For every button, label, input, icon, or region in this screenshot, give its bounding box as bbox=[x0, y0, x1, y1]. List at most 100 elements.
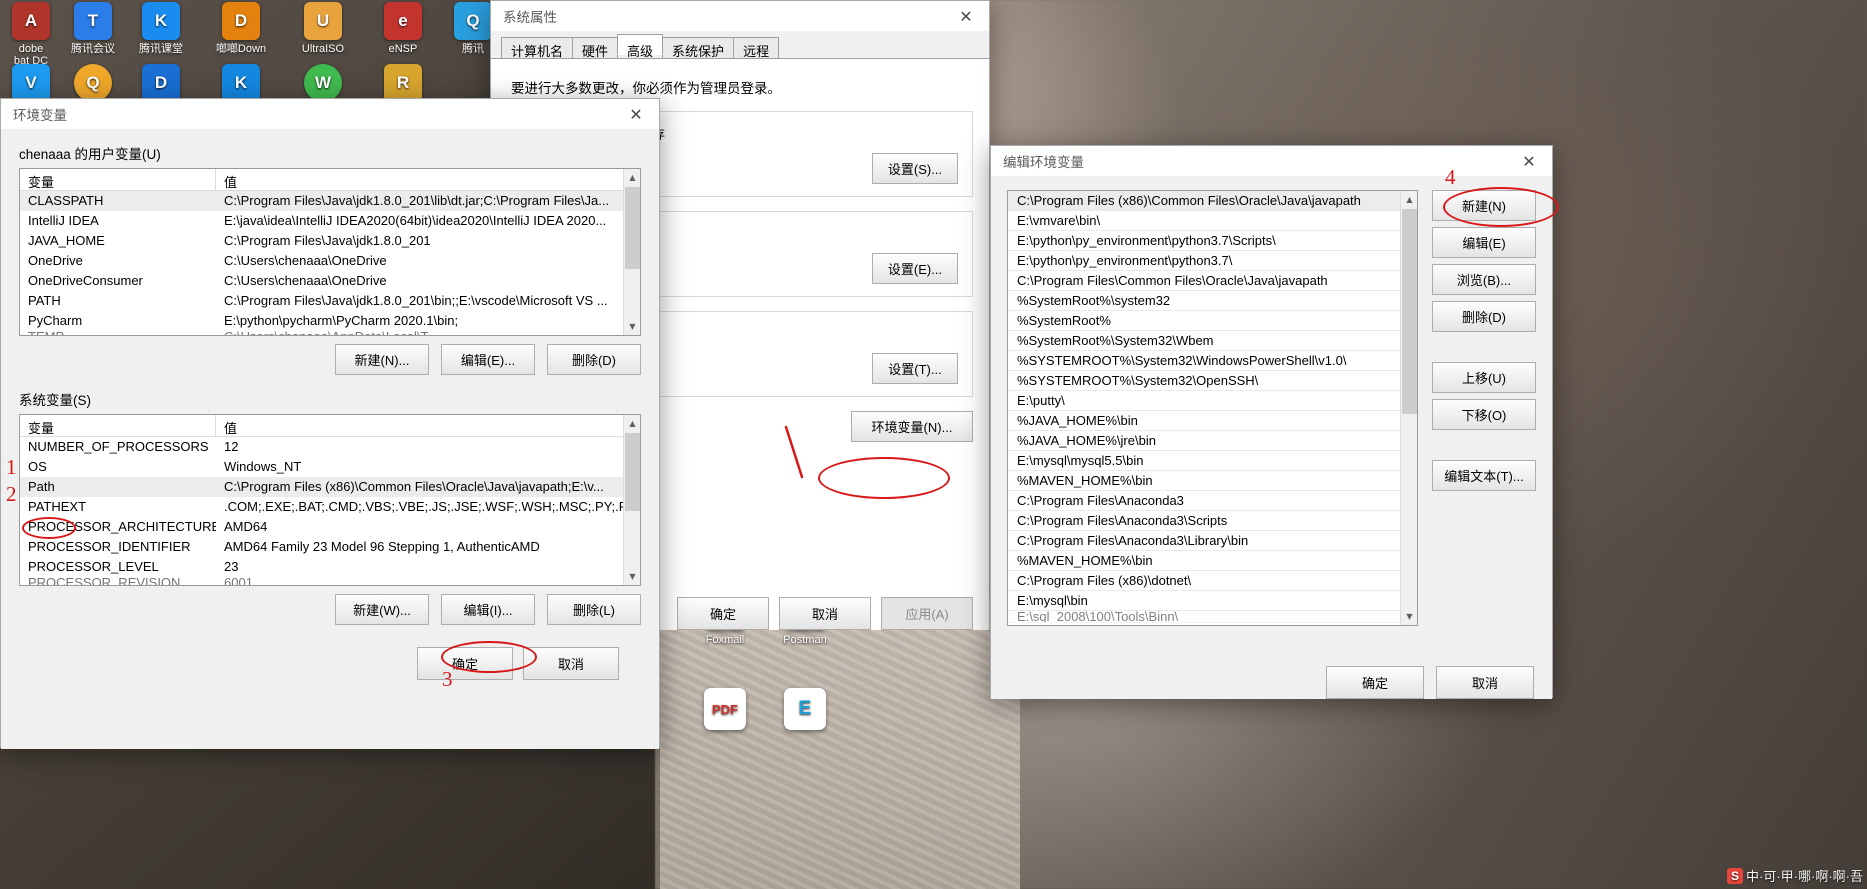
table-row[interactable]: CLASSPATH C:\Program Files\Java\jdk1.8.0… bbox=[20, 191, 628, 211]
edit-env-cancel-button[interactable]: 取消 bbox=[1436, 666, 1534, 699]
list-item[interactable]: %JAVA_HOME%\bin bbox=[1008, 411, 1417, 431]
list-item[interactable]: E:\sql_2008\100\Tools\Binn\ bbox=[1008, 611, 1417, 623]
scrollbar-thumb[interactable] bbox=[625, 187, 640, 269]
table-row[interactable]: PATH C:\Program Files\Java\jdk1.8.0_201\… bbox=[20, 291, 628, 311]
table-row[interactable]: PROCESSOR_IDENTIFIER AMD64 Family 23 Mod… bbox=[20, 537, 628, 557]
desktop-icon-editor[interactable]: E bbox=[770, 688, 840, 734]
list-item[interactable]: E:\vmvare\bin\ bbox=[1008, 211, 1417, 231]
startup-recovery-settings-button[interactable]: 设置(T)... bbox=[872, 353, 958, 384]
list-item[interactable]: E:\putty\ bbox=[1008, 391, 1417, 411]
scroll-down-icon[interactable]: ▼ bbox=[624, 568, 640, 585]
env-cancel-button[interactable]: 取消 bbox=[523, 647, 619, 680]
desktop-icon-ensp[interactable]: e eNSP bbox=[372, 2, 434, 55]
system-variables-scrollbar[interactable]: ▲ ▼ bbox=[623, 415, 640, 585]
list-item[interactable]: C:\Program Files (x86)\Common Files\Orac… bbox=[1008, 191, 1417, 211]
table-row[interactable]: TEMP C:\Users\chenaaa\AppData\Local\T... bbox=[20, 331, 628, 335]
tab-hardware[interactable]: 硬件 bbox=[572, 37, 619, 59]
path-edit-text-button[interactable]: 编辑文本(T)... bbox=[1432, 460, 1536, 491]
list-item[interactable]: C:\Program Files\Anaconda3 bbox=[1008, 491, 1417, 511]
path-move-up-button[interactable]: 上移(U) bbox=[1432, 362, 1536, 393]
table-row[interactable]: PyCharm E:\python\pycharm\PyCharm 2020.1… bbox=[20, 311, 628, 331]
user-edit-button[interactable]: 编辑(E)... bbox=[441, 344, 535, 375]
path-new-button[interactable]: 新建(N) bbox=[1432, 190, 1536, 221]
table-row[interactable]: OneDriveConsumer C:\Users\chenaaa\OneDri… bbox=[20, 271, 628, 291]
list-item[interactable]: %SYSTEMROOT%\System32\WindowsPowerShell\… bbox=[1008, 351, 1417, 371]
tab-advanced[interactable]: 高级 bbox=[617, 34, 664, 59]
list-item[interactable]: E:\mysql\mysql5.5\bin bbox=[1008, 451, 1417, 471]
table-row[interactable]: PROCESSOR_ARCHITECTURE AMD64 bbox=[20, 517, 628, 537]
user-delete-button[interactable]: 删除(D) bbox=[547, 344, 641, 375]
environment-variables-button[interactable]: 环境变量(N)... bbox=[851, 411, 973, 442]
user-new-button[interactable]: 新建(N)... bbox=[335, 344, 429, 375]
sysprops-ok-button[interactable]: 确定 bbox=[677, 597, 769, 630]
system-delete-button[interactable]: 删除(L) bbox=[547, 594, 641, 625]
list-item[interactable]: %SystemRoot%\system32 bbox=[1008, 291, 1417, 311]
path-list-scrollbar[interactable]: ▲ ▼ bbox=[1400, 191, 1417, 625]
list-item[interactable]: C:\Program Files\Anaconda3\Library\bin bbox=[1008, 531, 1417, 551]
list-item[interactable]: %SystemRoot%\System32\Wbem bbox=[1008, 331, 1417, 351]
scroll-up-icon[interactable]: ▲ bbox=[624, 169, 640, 186]
env-ok-button[interactable]: 确定 bbox=[417, 647, 513, 680]
path-move-down-button[interactable]: 下移(O) bbox=[1432, 399, 1536, 430]
user-variables-scrollbar[interactable]: ▲ ▼ bbox=[623, 169, 640, 335]
variable-name: PROCESSOR_LEVEL bbox=[28, 559, 159, 574]
desktop-icon-langlang-down[interactable]: D 啷啷Down bbox=[210, 2, 272, 55]
system-edit-button[interactable]: 编辑(I)... bbox=[441, 594, 535, 625]
scroll-up-icon[interactable]: ▲ bbox=[624, 415, 640, 432]
sysprops-apply-button[interactable]: 应用(A) bbox=[881, 597, 973, 630]
table-row[interactable]: PATHEXT .COM;.EXE;.BAT;.CMD;.VBS;.VBE;.J… bbox=[20, 497, 628, 517]
list-item[interactable]: C:\Program Files\Anaconda3\Scripts bbox=[1008, 511, 1417, 531]
desktop-icon-acrobat[interactable]: A dobe bat DC bbox=[0, 2, 62, 67]
table-row[interactable]: PROCESSOR_LEVEL 23 bbox=[20, 557, 628, 577]
table-row[interactable]: IntelliJ IDEA E:\java\idea\IntelliJ IDEA… bbox=[20, 211, 628, 231]
table-row[interactable]: Path C:\Program Files (x86)\Common Files… bbox=[20, 477, 628, 497]
ultraiso-icon: U bbox=[304, 2, 342, 40]
user-variables-list[interactable]: 变量 值 CLASSPATH C:\Program Files\Java\jdk… bbox=[19, 168, 641, 336]
table-row[interactable]: JAVA_HOME C:\Program Files\Java\jdk1.8.0… bbox=[20, 231, 628, 251]
desktop-icon-tencent-classroom[interactable]: K 腾讯课堂 bbox=[130, 2, 192, 55]
list-item[interactable]: %JAVA_HOME%\jre\bin bbox=[1008, 431, 1417, 451]
screen-root: A dobe bat DC T 腾讯会议 K 腾讯课堂 D 啷啷Down U Ul… bbox=[0, 0, 1867, 889]
edit-env-ok-button[interactable]: 确定 bbox=[1326, 666, 1424, 699]
list-item[interactable]: %MAVEN_HOME%\bin bbox=[1008, 551, 1417, 571]
desktop-icon-ultraiso[interactable]: U UltraISO bbox=[292, 2, 354, 55]
close-icon[interactable]: ✕ bbox=[943, 1, 989, 31]
scrollbar-thumb[interactable] bbox=[625, 433, 640, 511]
close-icon[interactable]: ✕ bbox=[613, 99, 659, 129]
list-item[interactable]: E:\python\py_environment\python3.7\Scrip… bbox=[1008, 231, 1417, 251]
path-browse-button[interactable]: 浏览(B)... bbox=[1432, 264, 1536, 295]
performance-settings-button[interactable]: 设置(S)... bbox=[872, 153, 958, 184]
sysprops-cancel-button[interactable]: 取消 bbox=[779, 597, 871, 630]
table-row[interactable]: OneDrive C:\Users\chenaaa\OneDrive bbox=[20, 251, 628, 271]
variable-value: C:\Users\chenaaa\OneDrive bbox=[224, 253, 387, 268]
tab-system-protection[interactable]: 系统保护 bbox=[662, 37, 735, 59]
list-item[interactable]: %SystemRoot% bbox=[1008, 311, 1417, 331]
edit-environment-variable-window: 编辑环境变量 ✕ C:\Program Files (x86)\Common F… bbox=[990, 145, 1553, 699]
table-row[interactable]: PROCESSOR_REVISION 6001 bbox=[20, 577, 628, 585]
scroll-up-icon[interactable]: ▲ bbox=[1401, 191, 1417, 208]
path-delete-button[interactable]: 删除(D) bbox=[1432, 301, 1536, 332]
scroll-down-icon[interactable]: ▼ bbox=[624, 318, 640, 335]
list-item[interactable]: C:\Program Files (x86)\dotnet\ bbox=[1008, 571, 1417, 591]
desktop-icon-tencent-meeting[interactable]: T 腾讯会议 bbox=[62, 2, 124, 55]
variable-name: CLASSPATH bbox=[28, 193, 104, 208]
path-entries-list[interactable]: C:\Program Files (x86)\Common Files\Orac… bbox=[1007, 190, 1418, 626]
list-item[interactable]: %MAVEN_HOME%\bin bbox=[1008, 471, 1417, 491]
system-new-button[interactable]: 新建(W)... bbox=[335, 594, 429, 625]
scroll-down-icon[interactable]: ▼ bbox=[1401, 608, 1417, 625]
system-variables-list[interactable]: 变量 值 NUMBER_OF_PROCESSORS 12 OS Windows_… bbox=[19, 414, 641, 586]
path-edit-button[interactable]: 编辑(E) bbox=[1432, 227, 1536, 258]
close-icon[interactable]: ✕ bbox=[1506, 146, 1552, 176]
list-item[interactable]: E:\python\py_environment\python3.7\ bbox=[1008, 251, 1417, 271]
tab-remote[interactable]: 远程 bbox=[733, 37, 780, 59]
list-item[interactable]: C:\Program Files\Common Files\Oracle\Jav… bbox=[1008, 271, 1417, 291]
desktop-icon-pdf[interactable]: PDF bbox=[690, 688, 760, 734]
tab-computer-name[interactable]: 计算机名 bbox=[501, 37, 574, 59]
table-row[interactable]: NUMBER_OF_PROCESSORS 12 bbox=[20, 437, 628, 457]
desktop-icon-label: Postman bbox=[783, 634, 827, 646]
list-item[interactable]: E:\mysql\bin bbox=[1008, 591, 1417, 611]
list-item[interactable]: %SYSTEMROOT%\System32\OpenSSH\ bbox=[1008, 371, 1417, 391]
user-profiles-settings-button[interactable]: 设置(E)... bbox=[872, 253, 958, 284]
scrollbar-thumb[interactable] bbox=[1402, 209, 1417, 414]
table-row[interactable]: OS Windows_NT bbox=[20, 457, 628, 477]
